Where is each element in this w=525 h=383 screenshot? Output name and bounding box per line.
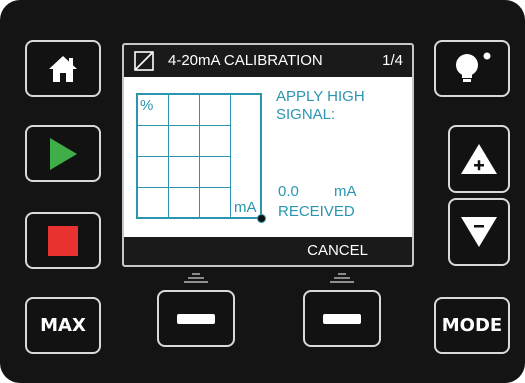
grid-line [200, 126, 231, 157]
up-button[interactable] [448, 125, 510, 193]
max-button[interactable]: MAX [25, 297, 101, 354]
display-title: 4-20mA CALIBRATION [168, 52, 323, 69]
display-title-bar: 4-20mA CALIBRATION 1/4 [124, 45, 412, 77]
signal-unit: mA [334, 183, 357, 200]
stop-button[interactable] [25, 212, 101, 269]
play-icon [50, 137, 77, 170]
minus-icon [177, 313, 215, 324]
grid-line [169, 188, 200, 217]
signal-value: 0.0 [278, 183, 299, 200]
cancel-softkey-label: CANCEL [307, 242, 368, 259]
down-button[interactable] [448, 198, 510, 266]
grid-line [169, 95, 200, 126]
max-button-label: MAX [40, 315, 86, 336]
softkey-indicator-right [330, 273, 354, 283]
received-label: RECEIVED [278, 203, 355, 220]
graph-x-label: mA [234, 199, 257, 217]
control-panel: MAX MODE 4-20mA CALIBRATION 1/4 % mA APP… [0, 0, 525, 383]
mode-button[interactable]: MODE [434, 297, 510, 354]
home-button[interactable] [25, 40, 101, 97]
grid-line [169, 157, 200, 188]
lcd-display: 4-20mA CALIBRATION 1/4 % mA APPLY HIGH S… [122, 43, 414, 267]
home-icon [49, 55, 77, 82]
graph-origin-dot [257, 214, 266, 223]
softkey-bar: CANCEL [124, 237, 412, 265]
play-button[interactable] [25, 125, 101, 182]
down-minus-icon [461, 217, 497, 247]
light-button[interactable] [434, 40, 510, 97]
up-plus-icon [461, 144, 497, 174]
calibration-graph: % mA [136, 93, 262, 219]
softkey-left-button[interactable] [157, 290, 235, 347]
page-indicator: 1/4 [382, 52, 403, 69]
softkey-right-button[interactable] [303, 290, 381, 347]
instruction-text: APPLY HIGH SIGNAL: [276, 88, 365, 123]
grid-line [200, 157, 231, 188]
lightbulb-icon [456, 52, 491, 82]
grid-line [169, 126, 200, 157]
minus-icon [323, 313, 361, 324]
grid-line [200, 95, 231, 126]
grid-line [138, 157, 169, 188]
stop-icon [48, 225, 78, 256]
softkey-indicator-left [184, 273, 208, 283]
calibration-icon [134, 51, 154, 71]
grid-line [138, 126, 169, 157]
graph-y-label: % [140, 97, 154, 114]
mode-button-label: MODE [441, 315, 503, 336]
grid-line [138, 188, 169, 217]
